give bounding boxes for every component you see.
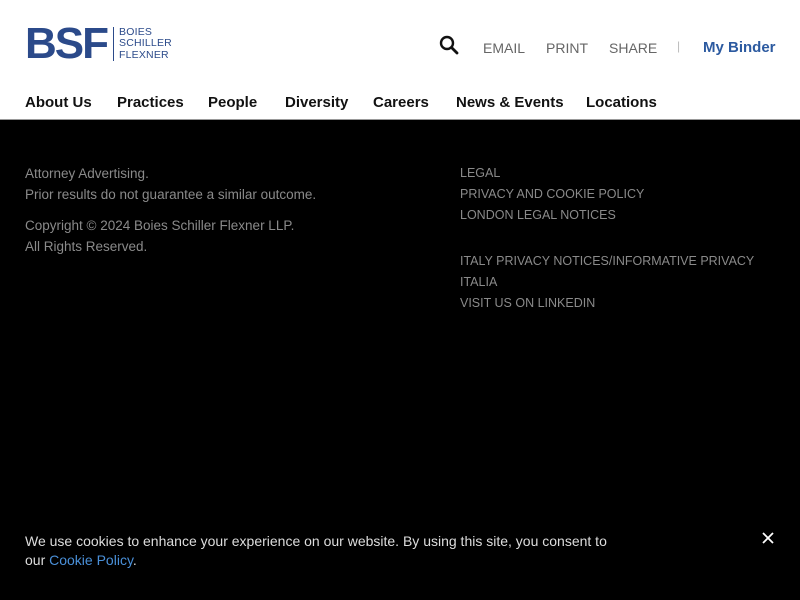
logo-wordmark: BOIES SCHILLER FLEXNER <box>119 26 172 62</box>
cookie-banner: We use cookies to enhance your experienc… <box>25 532 625 570</box>
nav-careers[interactable]: Careers <box>373 94 429 111</box>
print-link[interactable]: PRINT <box>546 40 588 56</box>
nav-news-events[interactable]: News & Events <box>456 94 564 111</box>
nav-locations[interactable]: Locations <box>586 94 657 111</box>
linkedin-link[interactable]: VISIT US ON LINKEDIN <box>460 293 754 314</box>
site-header: BSF BOIES SCHILLER FLEXNER EMAIL PRINT S… <box>0 0 800 120</box>
footer-disclaimer: Attorney Advertising. Prior results do n… <box>25 163 316 257</box>
cookie-policy-link[interactable]: Cookie Policy <box>49 552 133 568</box>
my-binder-link[interactable]: My Binder <box>703 39 776 56</box>
legal-link[interactable]: LEGAL <box>460 163 754 184</box>
logo-mark: BSF <box>25 19 109 68</box>
email-link[interactable]: EMAIL <box>483 40 525 56</box>
privacy-cookie-policy-link[interactable]: PRIVACY AND COOKIE POLICY <box>460 184 754 205</box>
italia-link[interactable]: ITALIA <box>460 272 754 293</box>
share-link[interactable]: SHARE <box>609 40 657 56</box>
nav-practices[interactable]: Practices <box>117 94 184 111</box>
attorney-advertising-text: Attorney Advertising. <box>25 166 149 181</box>
copyright-text: Copyright © 2024 Boies Schiller Flexner … <box>25 218 295 233</box>
footer-links: LEGAL PRIVACY AND COOKIE POLICY LONDON L… <box>460 163 754 314</box>
nav-people[interactable]: People <box>208 94 257 111</box>
utility-separator: | <box>677 39 681 53</box>
close-icon[interactable] <box>759 529 777 547</box>
nav-about-us[interactable]: About Us <box>25 94 92 111</box>
cookie-banner-period: . <box>132 552 137 568</box>
london-legal-notices-link[interactable]: LONDON LEGAL NOTICES <box>460 205 754 226</box>
logo-divider <box>113 27 114 61</box>
logo-word: FLEXNER <box>119 48 169 61</box>
search-icon[interactable] <box>439 35 459 55</box>
rights-reserved-text: All Rights Reserved. <box>25 239 148 254</box>
italy-privacy-notices-link[interactable]: ITALY PRIVACY NOTICES/INFORMATIVE PRIVAC… <box>460 251 754 272</box>
nav-diversity[interactable]: Diversity <box>285 94 348 111</box>
main-nav: About Us Practices People Diversity Care… <box>0 94 800 114</box>
prior-results-text: Prior results do not guarantee a similar… <box>25 187 317 202</box>
bsf-logo[interactable]: BSF BOIES SCHILLER FLEXNER <box>25 19 172 68</box>
